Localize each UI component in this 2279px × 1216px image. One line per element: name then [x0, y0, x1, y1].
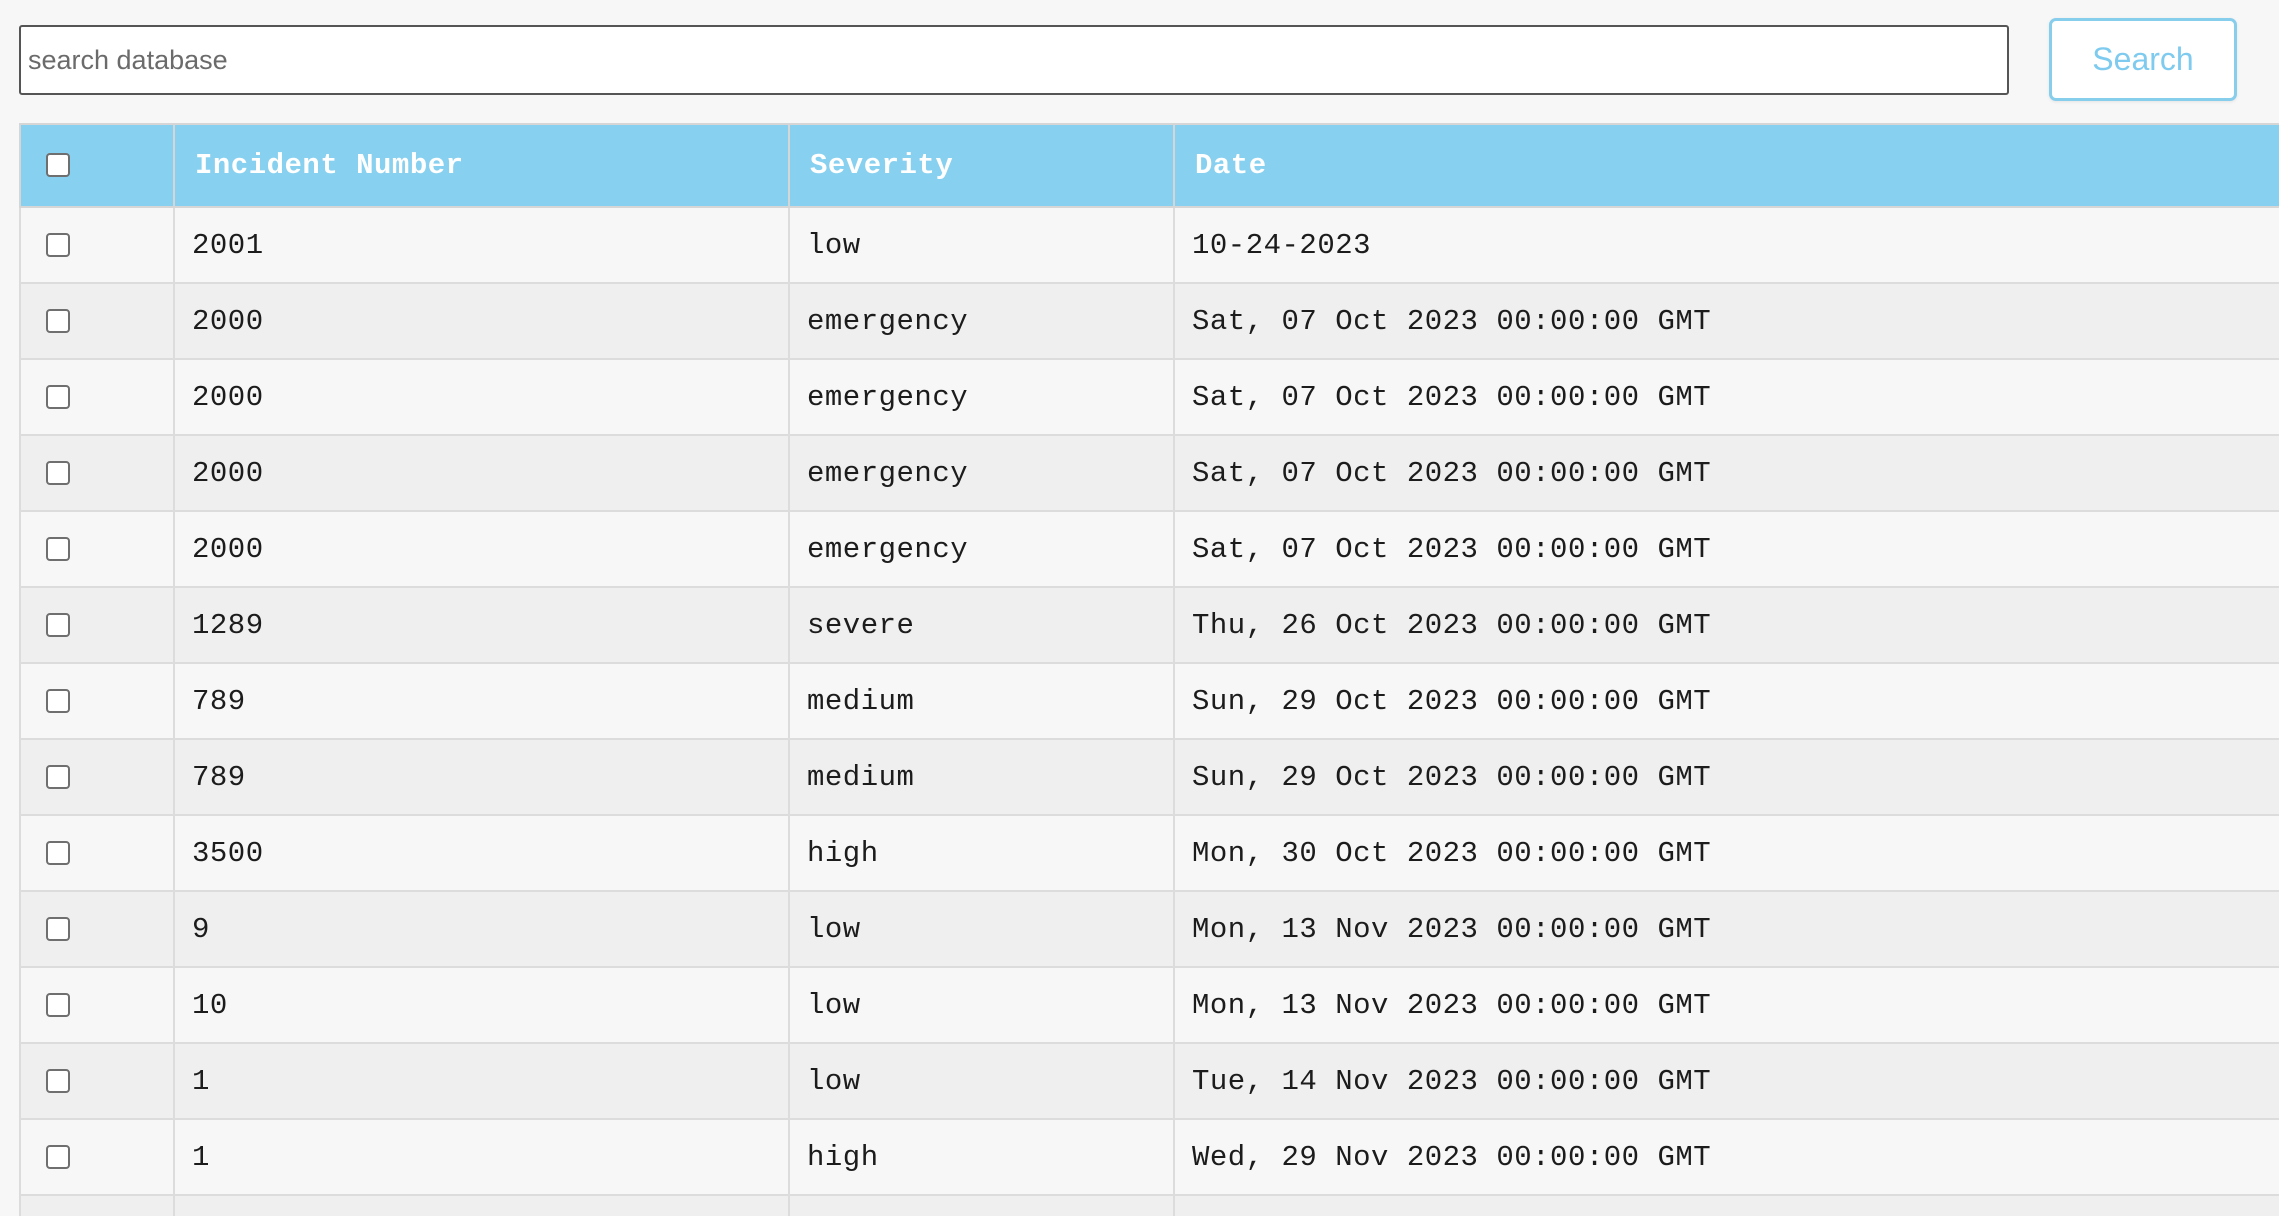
- table-header-row: Incident Number Severity Date: [19, 123, 2279, 208]
- incident-table: Incident Number Severity Date 2001 low 10-…: [19, 123, 2279, 1216]
- column-header-severity: Severity: [788, 123, 1175, 208]
- date-cell: Mon, 13 Nov 2023 00:00:00 GMT: [1173, 966, 2279, 1044]
- select-all-cell: [19, 123, 175, 208]
- severity-cell: emergency: [788, 434, 1175, 512]
- severity-cell: medium: [788, 662, 1175, 740]
- severity-cell: low: [788, 890, 1175, 968]
- row-select-checkbox[interactable]: [46, 840, 70, 865]
- table-body: 2001 low 10-24-2023 2000 emergency Sat, 07 Oc…: [19, 206, 2279, 1216]
- row-select-cell: [19, 738, 175, 816]
- incident-number-cell: 1: [173, 1118, 790, 1196]
- severity-cell: emergency: [788, 358, 1175, 436]
- table-row: 2000 emergency Sat, 07 Oct 2023 00:00:00 G…: [19, 510, 2279, 588]
- row-select-checkbox[interactable]: [46, 612, 70, 637]
- row-select-cell: [19, 1118, 175, 1196]
- severity-cell: low: [788, 966, 1175, 1044]
- incident-number-cell: 9: [173, 890, 790, 968]
- table-row: 789 medium Sun, 29 Oct 2023 00:00:00 GMT: [19, 738, 2279, 816]
- table-row: 2001 low 10-24-2023: [19, 206, 2279, 284]
- incident-number-cell: 1289: [173, 586, 790, 664]
- table-row: 3500 high Mon, 30 Oct 2023 00:00:00 GMT: [19, 814, 2279, 892]
- incident-number-cell: 789: [173, 662, 790, 740]
- row-select-checkbox[interactable]: [46, 536, 70, 561]
- incident-number-cell: 2000: [173, 358, 790, 436]
- table-row: [19, 1194, 2279, 1216]
- row-select-cell: [19, 662, 175, 740]
- row-select-cell: [19, 358, 175, 436]
- date-cell: Thu, 26 Oct 2023 00:00:00 GMT: [1173, 586, 2279, 664]
- incident-number-cell: 2001: [173, 206, 790, 284]
- row-select-cell: [19, 434, 175, 512]
- incident-number-cell: 3500: [173, 814, 790, 892]
- search-input[interactable]: [19, 25, 2009, 95]
- incident-number-cell: 10: [173, 966, 790, 1044]
- date-cell: Sat, 07 Oct 2023 00:00:00 GMT: [1173, 282, 2279, 360]
- table-row: 1289 severe Thu, 26 Oct 2023 00:00:00 GMT: [19, 586, 2279, 664]
- date-cell: Wed, 29 Nov 2023 00:00:00 GMT: [1173, 1118, 2279, 1196]
- incident-number-cell: 2000: [173, 282, 790, 360]
- severity-cell: low: [788, 206, 1175, 284]
- row-select-checkbox[interactable]: [46, 308, 70, 333]
- row-select-cell: [19, 1194, 175, 1216]
- severity-cell: high: [788, 1118, 1175, 1196]
- severity-cell: [788, 1194, 1175, 1216]
- severity-cell: low: [788, 1042, 1175, 1120]
- severity-cell: emergency: [788, 282, 1175, 360]
- incident-number-cell: 1: [173, 1042, 790, 1120]
- incident-table-container: Incident Number Severity Date 2001 low 10-…: [19, 123, 2279, 1216]
- column-header-incident-number: Incident Number: [173, 123, 790, 208]
- incident-number-cell: 789: [173, 738, 790, 816]
- row-select-checkbox[interactable]: [46, 384, 70, 409]
- row-select-checkbox[interactable]: [46, 992, 70, 1017]
- table-row: 9 low Mon, 13 Nov 2023 00:00:00 GMT: [19, 890, 2279, 968]
- table-row: 2000 emergency Sat, 07 Oct 2023 00:00:00 G…: [19, 282, 2279, 360]
- severity-cell: high: [788, 814, 1175, 892]
- table-row: 10 low Mon, 13 Nov 2023 00:00:00 GMT: [19, 966, 2279, 1044]
- row-select-checkbox[interactable]: [46, 764, 70, 789]
- date-cell: 10-24-2023: [1173, 206, 2279, 284]
- table-row: 2000 emergency Sat, 07 Oct 2023 00:00:00 G…: [19, 434, 2279, 512]
- incident-number-cell: [173, 1194, 790, 1216]
- row-select-checkbox[interactable]: [46, 1068, 70, 1093]
- date-cell: Sat, 07 Oct 2023 00:00:00 GMT: [1173, 358, 2279, 436]
- row-select-cell: [19, 206, 175, 284]
- row-select-cell: [19, 282, 175, 360]
- row-select-checkbox[interactable]: [46, 460, 70, 485]
- date-cell: [1173, 1194, 2279, 1216]
- incident-number-cell: 2000: [173, 434, 790, 512]
- row-select-cell: [19, 1042, 175, 1120]
- incident-database-page: Search Incident Number Severity Date: [0, 0, 2279, 1216]
- search-button[interactable]: Search: [2049, 18, 2237, 101]
- row-select-checkbox[interactable]: [46, 232, 70, 257]
- table-header: Incident Number Severity Date: [19, 123, 2279, 208]
- incident-number-cell: 2000: [173, 510, 790, 588]
- severity-cell: severe: [788, 586, 1175, 664]
- date-cell: Tue, 14 Nov 2023 00:00:00 GMT: [1173, 1042, 2279, 1120]
- table-row: 789 medium Sun, 29 Oct 2023 00:00:00 GMT: [19, 662, 2279, 740]
- severity-cell: medium: [788, 738, 1175, 816]
- row-select-checkbox[interactable]: [46, 1144, 70, 1169]
- row-select-cell: [19, 510, 175, 588]
- row-select-checkbox[interactable]: [46, 916, 70, 941]
- search-bar: Search: [0, 0, 2279, 122]
- row-select-checkbox[interactable]: [46, 688, 70, 713]
- date-cell: Sun, 29 Oct 2023 00:00:00 GMT: [1173, 662, 2279, 740]
- date-cell: Sat, 07 Oct 2023 00:00:00 GMT: [1173, 510, 2279, 588]
- row-select-cell: [19, 814, 175, 892]
- table-row: 2000 emergency Sat, 07 Oct 2023 00:00:00 G…: [19, 358, 2279, 436]
- row-select-cell: [19, 586, 175, 664]
- severity-cell: emergency: [788, 510, 1175, 588]
- date-cell: Sun, 29 Oct 2023 00:00:00 GMT: [1173, 738, 2279, 816]
- table-row: 1 low Tue, 14 Nov 2023 00:00:00 GMT: [19, 1042, 2279, 1120]
- column-header-date: Date: [1173, 123, 2279, 208]
- select-all-checkbox[interactable]: [46, 153, 70, 178]
- date-cell: Mon, 30 Oct 2023 00:00:00 GMT: [1173, 814, 2279, 892]
- row-select-cell: [19, 890, 175, 968]
- row-select-cell: [19, 966, 175, 1044]
- table-row: 1 high Wed, 29 Nov 2023 00:00:00 GMT: [19, 1118, 2279, 1196]
- date-cell: Mon, 13 Nov 2023 00:00:00 GMT: [1173, 890, 2279, 968]
- date-cell: Sat, 07 Oct 2023 00:00:00 GMT: [1173, 434, 2279, 512]
